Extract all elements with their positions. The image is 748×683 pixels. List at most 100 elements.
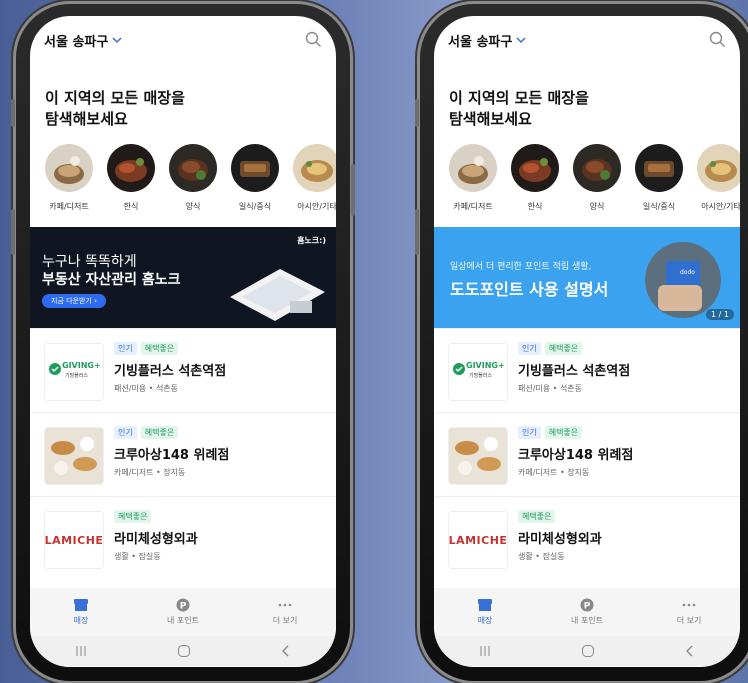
benefit-badge: 혜택좋은 [114, 510, 152, 523]
category-image [169, 144, 217, 192]
store-item[interactable]: LAMICHE 혜택좋은 라미체성형외과 생활 • 잠실동 [30, 496, 336, 581]
search-icon[interactable] [305, 31, 322, 48]
category-cafe[interactable]: 카페/디저트 [40, 144, 98, 214]
tab-more[interactable]: 더 보기 [654, 598, 724, 626]
store-name: 라미체성형외과 [114, 532, 198, 547]
category-image [293, 144, 336, 192]
svg-text:P: P [584, 602, 591, 612]
category-image [45, 144, 93, 192]
store-logo: LAMICHE [44, 511, 104, 569]
svg-text:P: P [180, 602, 187, 612]
recent-apps-icon[interactable] [478, 645, 492, 657]
promo-banner[interactable]: 일상에서 더 편리한 포인트 적립 생활, 도도포인트 사용 설명서 dodo … [434, 227, 740, 328]
popular-badge: 인기 [518, 342, 541, 355]
tab-label: 매장 [73, 616, 89, 625]
app-screen: 서울 송파구 이 지역의 모든 매장을 탐색해보세요 카페/디저트 한식 양식 [434, 16, 740, 667]
category-label: 카페/디저트 [453, 202, 493, 211]
logo-text: GIVING+ [62, 361, 101, 370]
banner-subtitle: 일상에서 더 편리한 포인트 적립 생활, [450, 262, 592, 272]
volume-button [415, 99, 419, 127]
store-item[interactable]: LAMICHE 혜택좋은 라미체성형외과 생활 • 잠실동 [434, 496, 740, 581]
banner-title: 도도포인트 사용 설명서 [450, 280, 609, 299]
category-western[interactable]: 양식 [568, 144, 626, 214]
headline: 이 지역의 모든 매장을 탐색해보세요 [45, 88, 185, 130]
headline-line: 이 지역의 모든 매장을 [45, 89, 185, 107]
category-japanese-chinese[interactable]: 일식/중식 [226, 144, 284, 214]
store-meta: 카페/디저트 • 장지동 [114, 468, 186, 477]
power-button [351, 164, 355, 216]
category-image [697, 144, 740, 192]
tab-more[interactable]: 더 보기 [250, 598, 320, 626]
category-japanese-chinese[interactable]: 일식/중식 [630, 144, 688, 214]
popular-badge: 인기 [518, 426, 541, 439]
home-icon[interactable] [177, 644, 191, 658]
category-label: 일식/중식 [642, 202, 676, 211]
category-image [511, 144, 559, 192]
system-nav-bar [30, 636, 336, 666]
point-icon: P [176, 598, 190, 612]
popular-badge: 인기 [114, 426, 137, 439]
location-selector[interactable]: 서울 송파구 [44, 31, 108, 50]
headline-line: 이 지역의 모든 매장을 [449, 89, 589, 107]
promo-banner[interactable]: 홈노크:) 누구나 똑똑하게 부동산 자산관리 홈노크 지금 다운받기 › [30, 227, 336, 328]
home-icon[interactable] [581, 644, 595, 658]
volume-button [11, 209, 15, 255]
volume-button [415, 209, 419, 255]
category-western[interactable]: 양식 [164, 144, 222, 214]
tab-store[interactable]: 매장 [450, 598, 520, 626]
store-item[interactable]: GIVING+ 기빙플러스 인기 혜택좋은 기빙플러스 석촌역점 패션/미용 •… [434, 328, 740, 413]
category-label: 한식 [527, 202, 543, 211]
store-meta: 패션/미용 • 석촌동 [114, 384, 179, 393]
tab-my-points[interactable]: P 내 포인트 [552, 598, 622, 626]
category-label: 양식 [185, 202, 201, 211]
badge-group: 인기 혜택좋은 [114, 426, 179, 439]
category-label: 일식/중식 [238, 202, 272, 211]
banner-line: 누구나 똑똑하게 [42, 254, 137, 270]
category-list: 카페/디저트 한식 양식 일식/중식 아시안/기타 [444, 144, 740, 214]
store-meta: 카페/디저트 • 장지동 [518, 468, 590, 477]
location-selector[interactable]: 서울 송파구 [448, 31, 512, 50]
badge-group: 혜택좋은 [114, 510, 152, 523]
back-icon[interactable] [684, 644, 696, 658]
logo-text: GIVING+ [466, 361, 505, 370]
point-icon: P [580, 598, 594, 612]
store-meta: 패션/미용 • 석촌동 [518, 384, 583, 393]
chevron-down-icon[interactable] [516, 35, 526, 45]
store-icon [478, 599, 492, 611]
category-korean[interactable]: 한식 [506, 144, 564, 214]
store-name: 라미체성형외과 [518, 532, 602, 547]
tab-label: 내 포인트 [571, 616, 603, 625]
tab-my-points[interactable]: P 내 포인트 [148, 598, 218, 626]
badge-group: 인기 혜택좋은 [518, 426, 583, 439]
system-nav-bar [434, 636, 740, 666]
category-cafe[interactable]: 카페/디저트 [444, 144, 502, 214]
category-image [573, 144, 621, 192]
benefit-badge: 혜택좋은 [544, 342, 583, 355]
back-icon[interactable] [280, 644, 292, 658]
category-image [449, 144, 497, 192]
store-item[interactable]: 인기 혜택좋은 크루아상148 위례점 카페/디저트 • 장지동 [30, 412, 336, 497]
category-asian[interactable]: 아시안/기타 [692, 144, 740, 214]
benefit-badge: 혜택좋은 [140, 342, 179, 355]
card-photo-image [645, 242, 721, 318]
category-asian[interactable]: 아시안/기타 [288, 144, 336, 214]
top-bar: 서울 송파구 [434, 16, 740, 64]
app-screen: 서울 송파구 이 지역의 모든 매장을 탐색해보세요 카페/디저트 한식 양식 [30, 16, 336, 667]
tab-store[interactable]: 매장 [46, 598, 116, 626]
store-item[interactable]: 인기 혜택좋은 크루아상148 위례점 카페/디저트 • 장지동 [434, 412, 740, 497]
card-text: dodo [680, 269, 695, 276]
category-label: 한식 [123, 202, 139, 211]
chevron-down-icon[interactable] [112, 35, 122, 45]
more-icon [278, 603, 292, 607]
banner-title: 부동산 자산관리 홈노크 [42, 272, 181, 288]
store-photo [448, 427, 508, 485]
more-icon [682, 603, 696, 607]
badge-group: 인기 혜택좋은 [518, 342, 583, 355]
store-item[interactable]: GIVING+ 기빙플러스 인기 혜택좋은 기빙플러스 석촌역점 패션/미용 •… [30, 328, 336, 413]
headline: 이 지역의 모든 매장을 탐색해보세요 [449, 88, 589, 130]
tab-label: 더 보기 [676, 616, 702, 625]
category-korean[interactable]: 한식 [102, 144, 160, 214]
recent-apps-icon[interactable] [74, 645, 88, 657]
download-button[interactable]: 지금 다운받기 › [42, 294, 106, 308]
search-icon[interactable] [709, 31, 726, 48]
